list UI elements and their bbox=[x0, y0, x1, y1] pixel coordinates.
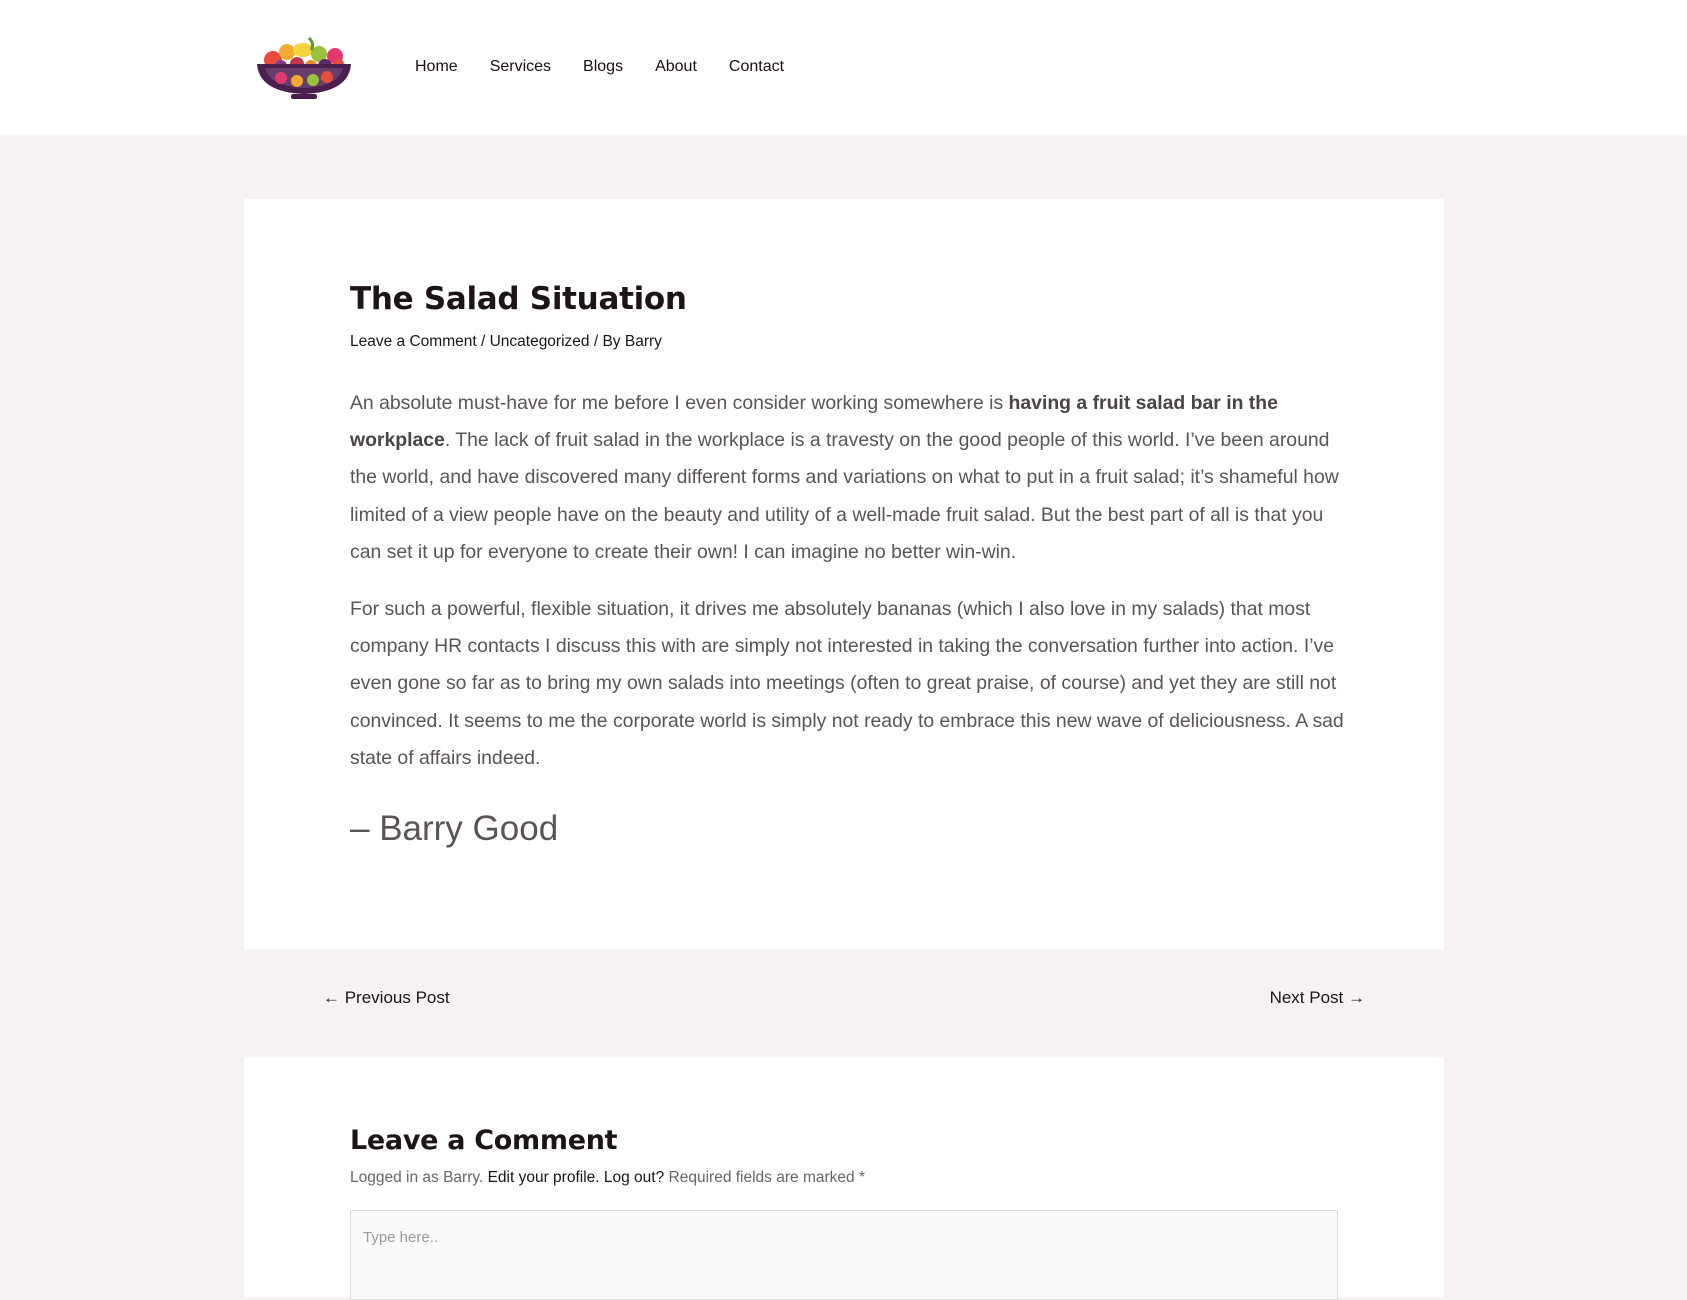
meta-separator: / bbox=[476, 333, 490, 350]
fruit-bowl-logo-icon[interactable] bbox=[251, 34, 357, 100]
nav-about[interactable]: About bbox=[655, 54, 697, 80]
paragraph-1-end: . The lack of fruit salad in the workpla… bbox=[350, 429, 1339, 563]
post-title: The Salad Situation bbox=[350, 281, 687, 317]
author-link[interactable]: Barry bbox=[625, 333, 662, 350]
paragraph-2: For such a powerful, flexible situation,… bbox=[350, 598, 1344, 769]
leave-comment-link[interactable]: Leave a Comment bbox=[350, 333, 477, 350]
meta-by-label: / By bbox=[589, 333, 625, 350]
comment-section: Leave a Comment Logged in as Barry. Edit… bbox=[244, 1057, 1444, 1300]
nav-home[interactable]: Home bbox=[415, 54, 458, 80]
comment-title: Leave a Comment bbox=[350, 1125, 618, 1156]
post-meta: Leave a Comment / Uncategorized / By Bar… bbox=[350, 333, 662, 351]
post-content: An absolute must-have for me before I ev… bbox=[350, 385, 1344, 797]
post-signature: – Barry Good bbox=[350, 809, 559, 848]
site-header: Home Services Blogs About Contact bbox=[0, 0, 1687, 135]
article-card: The Salad Situation Leave a Comment / Un… bbox=[244, 199, 1444, 949]
main-nav: Home Services Blogs About Contact bbox=[415, 54, 816, 80]
next-post-link[interactable]: Next Post → bbox=[1270, 988, 1365, 1008]
nav-blogs[interactable]: Blogs bbox=[583, 54, 623, 80]
nav-services[interactable]: Services bbox=[490, 54, 551, 80]
paragraph-1: An absolute must-have for me before I ev… bbox=[350, 385, 1344, 571]
nav-contact[interactable]: Contact bbox=[729, 54, 784, 80]
comment-textarea[interactable] bbox=[350, 1210, 1338, 1300]
paragraph-1-start: An absolute must-have for me before I ev… bbox=[350, 392, 1009, 414]
logged-in-notice: Logged in as Barry. Edit your profile. L… bbox=[350, 1169, 865, 1187]
required-fields-text: Required fields are marked * bbox=[664, 1169, 865, 1186]
log-out-link[interactable]: Log out? bbox=[604, 1169, 664, 1186]
logged-in-text: Logged in as Barry. bbox=[350, 1169, 488, 1186]
post-navigation: ← Previous Post Next Post → bbox=[0, 988, 1687, 1018]
edit-profile-link[interactable]: Edit your profile. bbox=[488, 1169, 600, 1186]
previous-post-link[interactable]: ← Previous Post bbox=[323, 988, 450, 1008]
category-link[interactable]: Uncategorized bbox=[490, 333, 590, 350]
